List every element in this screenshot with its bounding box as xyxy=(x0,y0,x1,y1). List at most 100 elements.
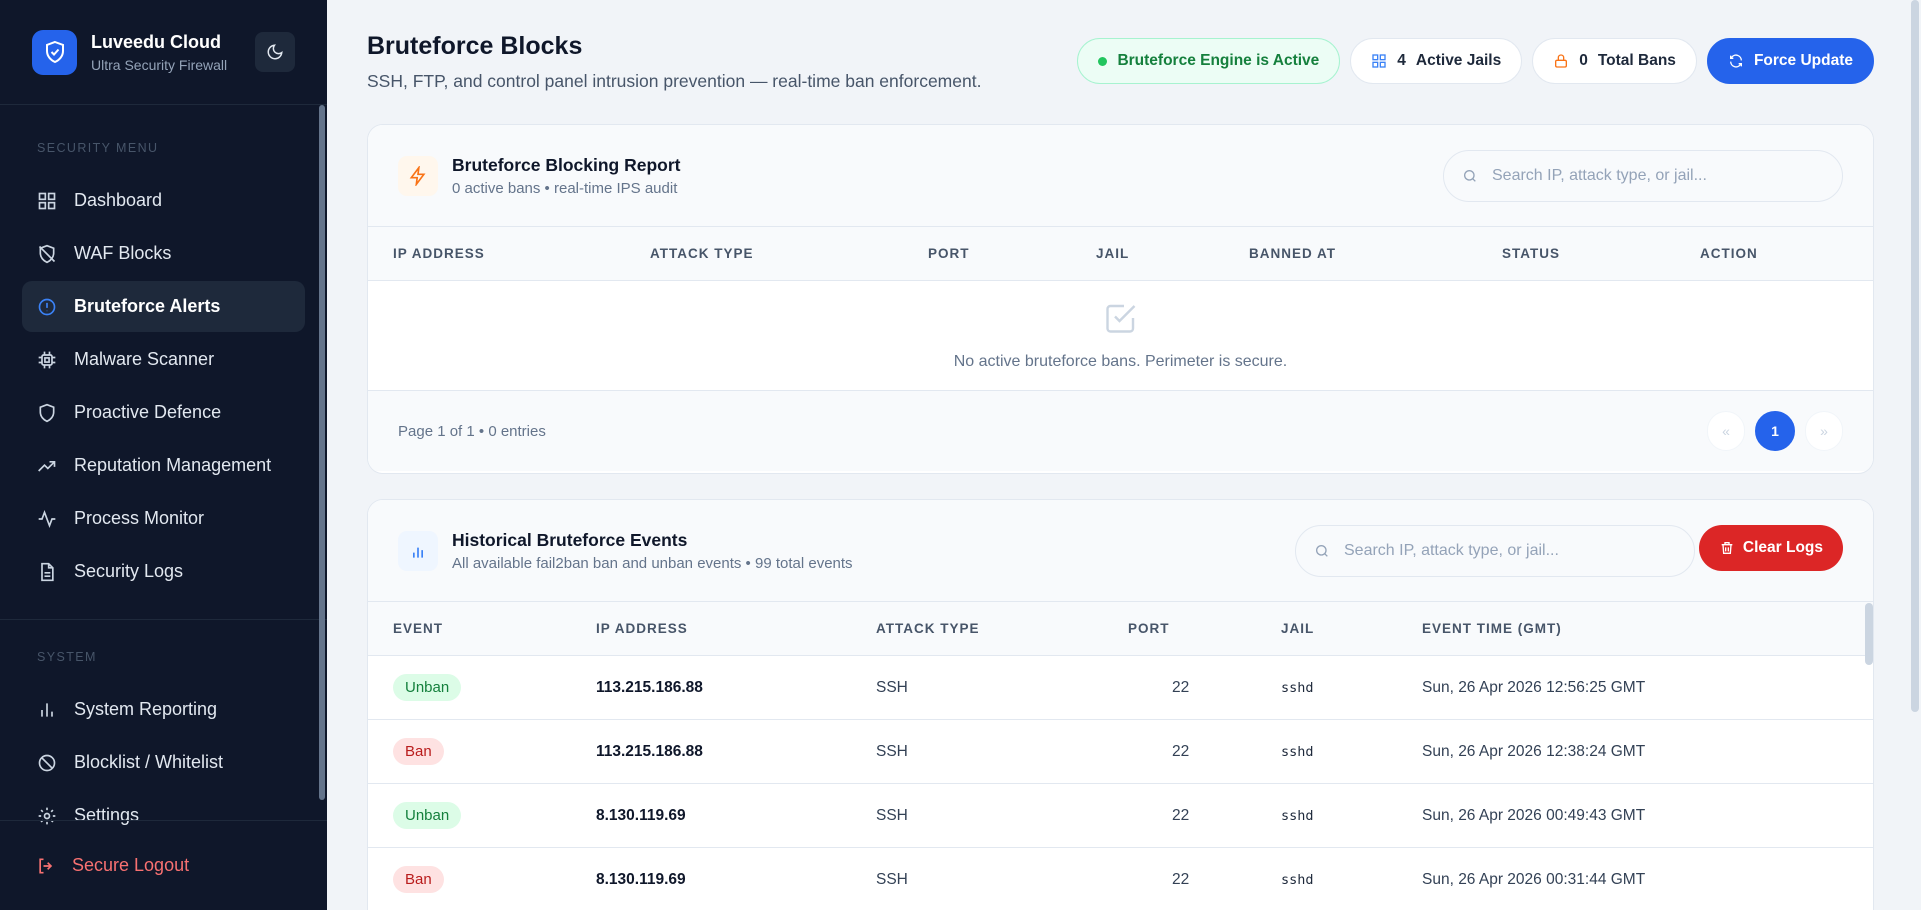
sidebar-item-label: Process Monitor xyxy=(74,508,205,528)
sidebar-item-reputation-management[interactable]: Reputation Management xyxy=(22,440,305,491)
page-scrollbar[interactable] xyxy=(1911,0,1919,712)
refresh-icon xyxy=(1728,53,1744,69)
bar-chart-icon xyxy=(398,530,438,571)
search-icon xyxy=(1314,543,1330,559)
jail: sshd xyxy=(1281,871,1314,888)
jail: sshd xyxy=(1281,743,1314,760)
sidebar-item-proactive-defence[interactable]: Proactive Defence xyxy=(22,387,305,438)
history-search[interactable] xyxy=(1295,525,1695,577)
shield-check-icon xyxy=(32,29,77,75)
sidebar-item-malware-scanner[interactable]: Malware Scanner xyxy=(22,334,305,385)
lock-icon xyxy=(1553,53,1569,69)
sidebar-item-label: Proactive Defence xyxy=(74,402,222,422)
column-header: IP ADDRESS xyxy=(596,621,688,636)
sidebar-item-label: WAF Blocks xyxy=(74,243,172,263)
sidebar-item-label: Reputation Management xyxy=(74,455,272,475)
page-title: Bruteforce Blocks xyxy=(367,32,583,60)
page-1-button[interactable]: 1 xyxy=(1755,411,1795,451)
alert-circle-icon xyxy=(36,296,58,318)
sidebar-scrollbar[interactable] xyxy=(319,105,325,800)
report-search-input[interactable] xyxy=(1492,167,1752,185)
theme-toggle-button[interactable] xyxy=(255,32,295,72)
empty-state-text: No active bruteforce bans. Perimeter is … xyxy=(953,353,1288,370)
report-card-header: Bruteforce Blocking Report 0 active bans… xyxy=(368,125,1873,227)
column-header: STATUS xyxy=(1502,246,1560,261)
column-header: JAIL xyxy=(1281,621,1315,636)
prev-page-button[interactable]: « xyxy=(1707,411,1745,451)
sidebar-item-waf-blocks[interactable]: WAF Blocks xyxy=(22,228,305,279)
port: 22 xyxy=(1172,742,1190,760)
next-page-button[interactable]: » xyxy=(1805,411,1843,451)
ip-address: 113.215.186.88 xyxy=(596,742,703,760)
engine-status-text: Bruteforce Engine is Active xyxy=(1117,52,1320,69)
sidebar-item-label: Malware Scanner xyxy=(74,349,215,369)
trash-icon xyxy=(1719,540,1735,556)
brand-title: Luveedu Cloud xyxy=(91,31,221,52)
port: 22 xyxy=(1172,806,1190,824)
pagination: « 1 » xyxy=(1707,411,1843,451)
sidebar-item-label: Security Logs xyxy=(74,561,184,581)
bar-chart-icon xyxy=(36,699,58,721)
attack-type: SSH xyxy=(876,678,908,696)
grid-icon xyxy=(1371,53,1387,69)
empty-state: No active bruteforce bans. Perimeter is … xyxy=(368,281,1873,391)
column-header: PORT xyxy=(1128,621,1170,636)
attack-type: SSH xyxy=(876,806,908,824)
column-header: EVENT xyxy=(393,621,444,636)
history-search-input[interactable] xyxy=(1344,542,1604,560)
sidebar-item-bruteforce-alerts[interactable]: Bruteforce Alerts xyxy=(22,281,305,332)
search-icon xyxy=(1462,168,1478,184)
shield-icon xyxy=(36,402,58,424)
page-subtitle: SSH, FTP, and control panel intrusion pr… xyxy=(367,71,982,91)
moon-icon xyxy=(266,43,284,61)
attack-type: SSH xyxy=(876,742,908,760)
header-status-pills: Bruteforce Engine is Active 4 Active Jai… xyxy=(1077,38,1874,84)
report-search[interactable] xyxy=(1443,150,1843,202)
event-badge: Unban xyxy=(393,674,462,701)
sidebar-item-system-reporting[interactable]: System Reporting xyxy=(22,684,305,735)
engine-status-badge: Bruteforce Engine is Active xyxy=(1077,38,1341,84)
grid-icon xyxy=(36,190,58,212)
main-content: Bruteforce Blocks SSH, FTP, and control … xyxy=(327,0,1921,910)
bruteforce-report-card: Bruteforce Blocking Report 0 active bans… xyxy=(367,124,1874,474)
report-title: Bruteforce Blocking Report xyxy=(452,154,681,175)
event-badge: Unban xyxy=(393,802,462,829)
event-time: Sun, 26 Apr 2026 00:31:44 GMT xyxy=(1422,870,1646,888)
logout-button[interactable]: Secure Logout xyxy=(0,820,327,910)
status-dot-icon xyxy=(1098,56,1108,66)
active-jails-label: Active Jails xyxy=(1415,52,1502,69)
clear-logs-button[interactable]: Clear Logs xyxy=(1698,525,1843,571)
table-scrollbar[interactable] xyxy=(1865,603,1873,665)
shield-off-icon xyxy=(36,243,58,265)
active-jails-badge: 4 Active Jails xyxy=(1350,38,1523,84)
column-header: EVENT TIME (GMT) xyxy=(1422,621,1562,636)
sidebar-item-security-logs[interactable]: Security Logs xyxy=(22,546,305,597)
log-out-icon xyxy=(36,856,56,876)
history-table-header: EVENT IP ADDRESS ATTACK TYPE PORT JAIL E… xyxy=(368,602,1873,656)
column-header: IP ADDRESS xyxy=(393,246,485,261)
sidebar-item-process-monitor[interactable]: Process Monitor xyxy=(22,493,305,544)
trending-up-icon xyxy=(36,455,58,477)
ban-icon xyxy=(36,752,58,774)
total-bans-badge: 0 Total Bans xyxy=(1532,38,1697,84)
brand: Luveedu Cloud Ultra Security Firewall xyxy=(0,0,327,105)
sidebar-item-dashboard[interactable]: Dashboard xyxy=(22,175,305,226)
total-bans-label: Total Bans xyxy=(1597,52,1676,69)
column-header: ATTACK TYPE xyxy=(876,621,980,636)
table-row: Unban 8.130.119.69 SSH 22 sshd Sun, 26 A… xyxy=(368,784,1873,848)
event-time: Sun, 26 Apr 2026 12:56:25 GMT xyxy=(1422,678,1646,696)
active-jails-count: 4 xyxy=(1397,52,1406,69)
port: 22 xyxy=(1172,870,1190,888)
total-bans-count: 0 xyxy=(1579,52,1588,69)
column-header: ACTION xyxy=(1700,246,1758,261)
jail: sshd xyxy=(1281,679,1314,696)
table-row: Unban 113.215.186.88 SSH 22 sshd Sun, 26… xyxy=(368,656,1873,720)
history-title: Historical Bruteforce Events xyxy=(452,529,688,550)
sidebar-item-label: Dashboard xyxy=(74,190,163,210)
logout-label: Secure Logout xyxy=(72,855,190,875)
force-update-button[interactable]: Force Update xyxy=(1706,38,1874,84)
cpu-icon xyxy=(36,349,58,371)
clear-logs-label: Clear Logs xyxy=(1742,539,1823,556)
column-header: BANNED AT xyxy=(1249,246,1336,261)
sidebar-item-blocklist-whitelist[interactable]: Blocklist / Whitelist xyxy=(22,737,305,788)
